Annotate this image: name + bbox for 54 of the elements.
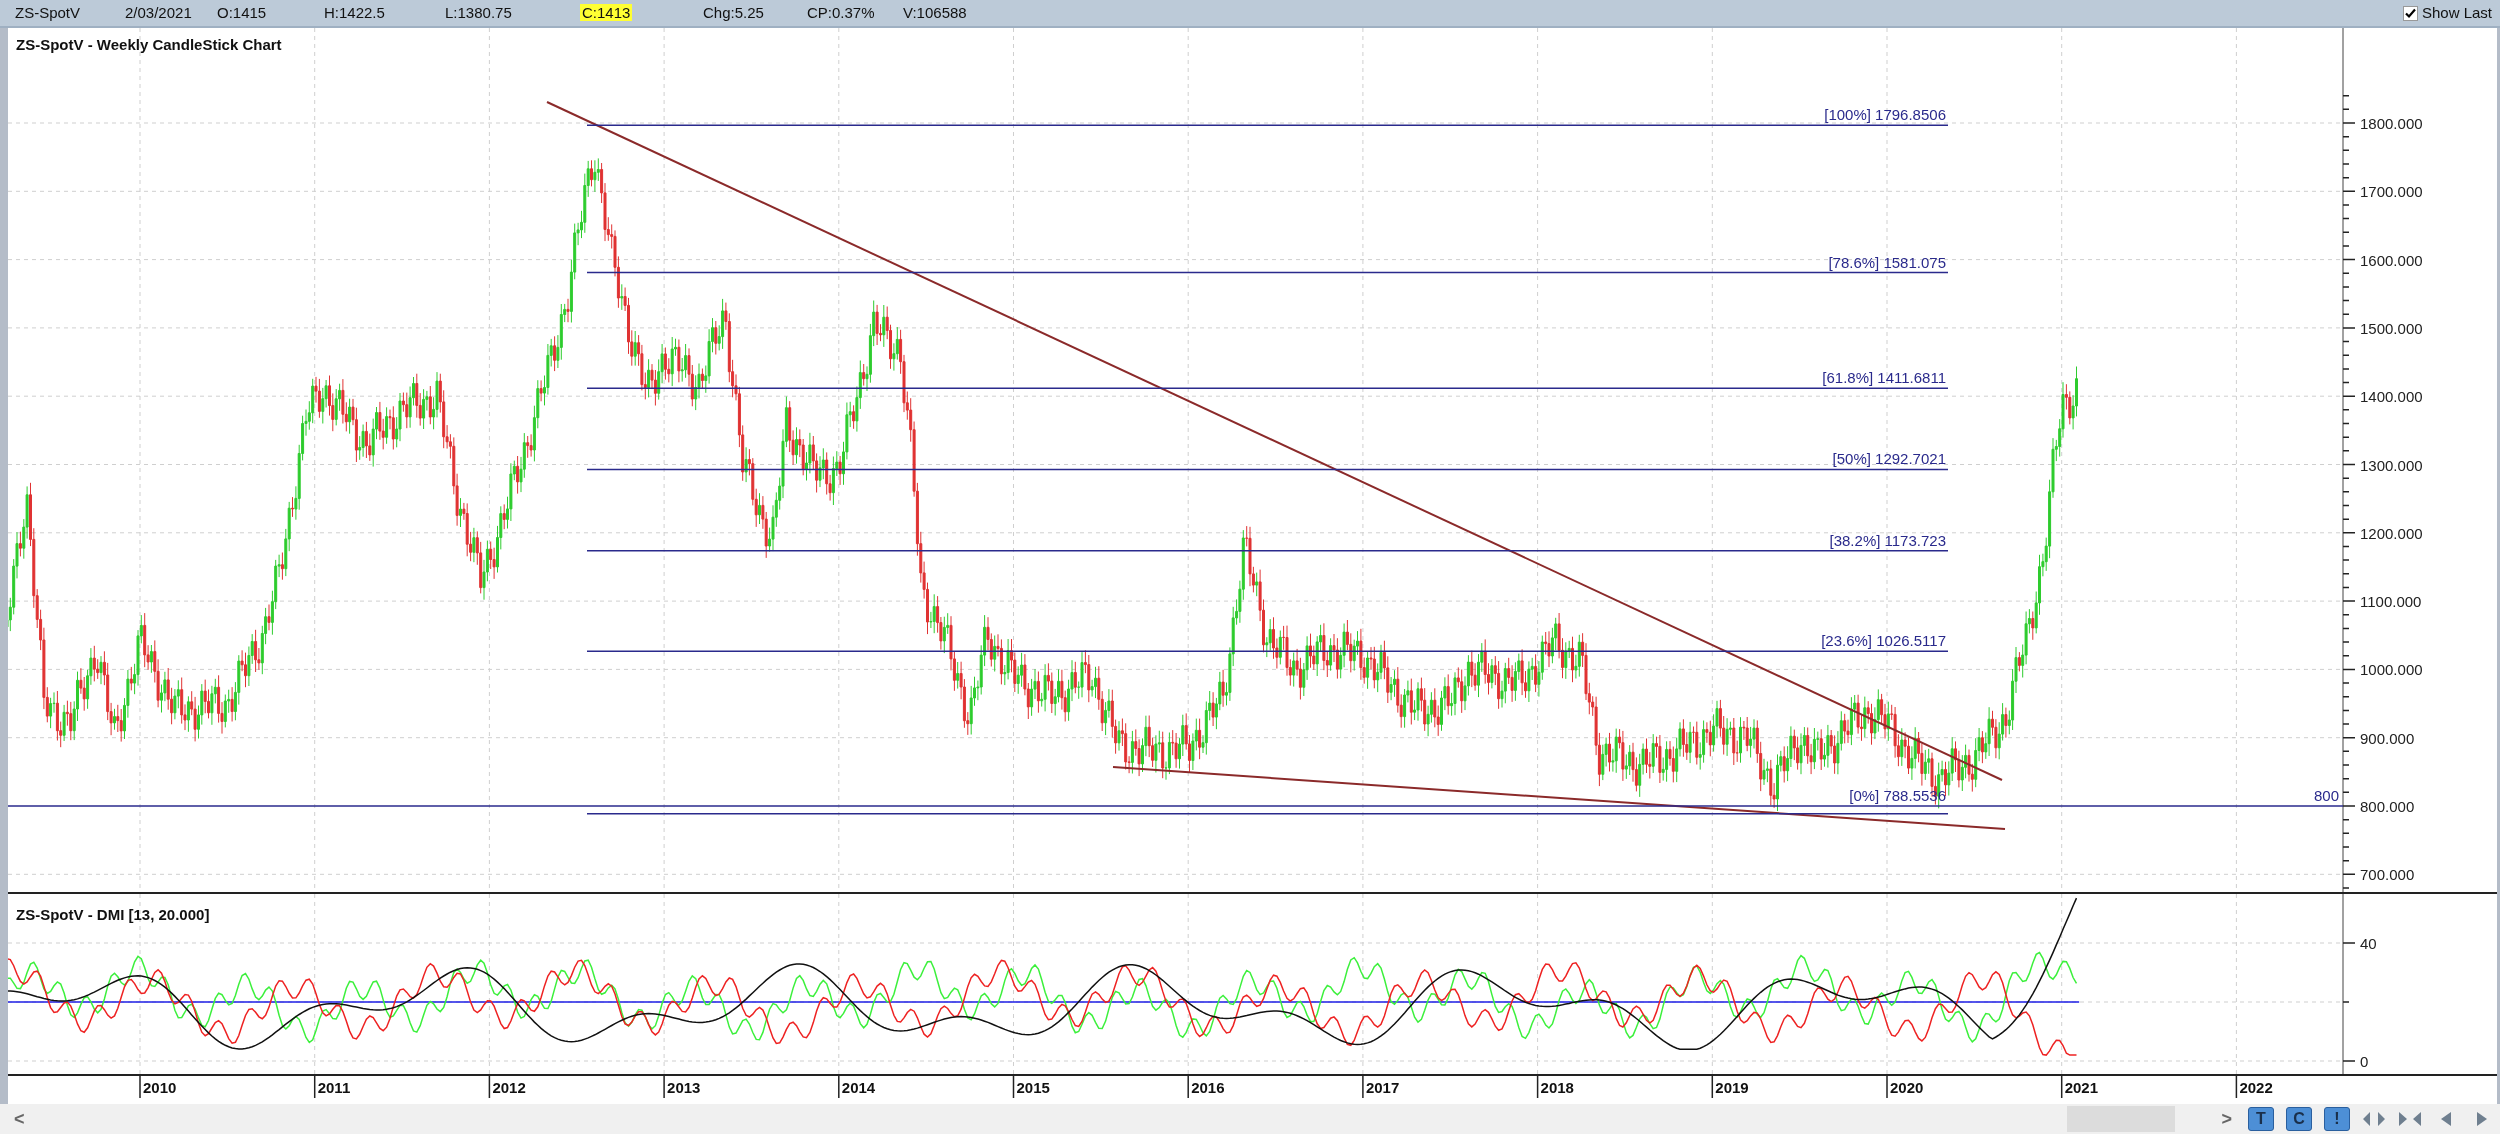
open-value: O:1415 <box>216 3 268 21</box>
year-label: 2022 <box>2239 1079 2273 1096</box>
symbol-label: ZS-SpotV <box>14 3 82 21</box>
year-label: 2019 <box>1715 1079 1749 1096</box>
fib-level-label: [100%] 1796.8506 <box>1824 106 1946 124</box>
year-label: 2018 <box>1540 1079 1574 1096</box>
year-label: 2017 <box>1365 1079 1400 1096</box>
volume-value: V:106588 <box>902 3 968 21</box>
year-label: 2016 <box>1191 1079 1225 1096</box>
high-value: H:1422.5 <box>323 3 386 21</box>
year-label: 2015 <box>1016 1079 1050 1096</box>
show-last-checkbox[interactable]: Show Last <box>2402 1 2492 25</box>
horizontal-line-label: 800 <box>2313 787 2339 804</box>
price-axis-label: 1400.000 <box>2360 388 2423 406</box>
year-label: 2014 <box>841 1079 876 1096</box>
price-axis-label: 1200.000 <box>2360 524 2423 542</box>
text-tool-button[interactable]: T <box>2248 1107 2274 1131</box>
year-label: 2010 <box>143 1079 177 1096</box>
year-label: 2021 <box>2064 1079 2099 1096</box>
price-axis-label: 900.000 <box>2360 729 2415 747</box>
collapse-horizontal-icon[interactable] <box>2397 1109 2423 1129</box>
fib-level-label: [78.6%] 1581.075 <box>1828 253 1946 271</box>
scroll-right-button[interactable]: > <box>2217 1105 2236 1133</box>
indicator-axis-label: 40 <box>2360 935 2377 952</box>
indicator-title: ZS-SpotV - DMI [13, 20.000] <box>16 906 210 923</box>
price-axis-label: 1600.000 <box>2360 251 2423 269</box>
close-value: C:1413 <box>580 3 633 21</box>
fib-level-label: [50%] 1292.7021 <box>1832 450 1946 468</box>
change-value: Chg:5.25 <box>702 3 765 21</box>
cursor-tool-button[interactable]: C <box>2286 1107 2312 1131</box>
year-label: 2011 <box>317 1079 351 1096</box>
price-axis-label: 1700.000 <box>2360 183 2423 201</box>
price-axis-label: 700.000 <box>2360 866 2415 884</box>
chart-title: ZS-SpotV - Weekly CandleStick Chart <box>16 36 282 53</box>
alert-tool-button[interactable]: ! <box>2324 1107 2350 1131</box>
price-axis-label: 1100.000 <box>2360 593 2422 611</box>
fib-level-label: [38.2%] 1173.723 <box>1829 531 1946 549</box>
indicator-axis-label: 0 <box>2360 1053 2369 1070</box>
price-axis-label: 1300.000 <box>2360 456 2423 474</box>
year-label: 2012 <box>492 1079 526 1096</box>
price-axis-label: 800.000 <box>2360 798 2415 815</box>
date-label: 2/03/2021 <box>124 3 193 21</box>
check-icon <box>2404 7 2416 19</box>
fib-level-label: [61.8%] 1411.6811 <box>1822 369 1946 387</box>
year-label: 2020 <box>1890 1079 1924 1096</box>
change-percent-value: CP:0.37% <box>806 3 876 21</box>
fib-level-label: [23.6%] 1026.5117 <box>1821 632 1946 650</box>
price-axis-label: 1500.000 <box>2360 319 2423 337</box>
scroll-left-button[interactable]: < <box>10 1105 29 1133</box>
price-axis-label: 1800.000 <box>2360 115 2423 132</box>
expand-horizontal-icon[interactable] <box>2361 1109 2387 1129</box>
year-label: 2013 <box>667 1079 701 1096</box>
price-axis-label: 1000.000 <box>2360 661 2423 679</box>
low-value: L:1380.75 <box>444 3 513 21</box>
